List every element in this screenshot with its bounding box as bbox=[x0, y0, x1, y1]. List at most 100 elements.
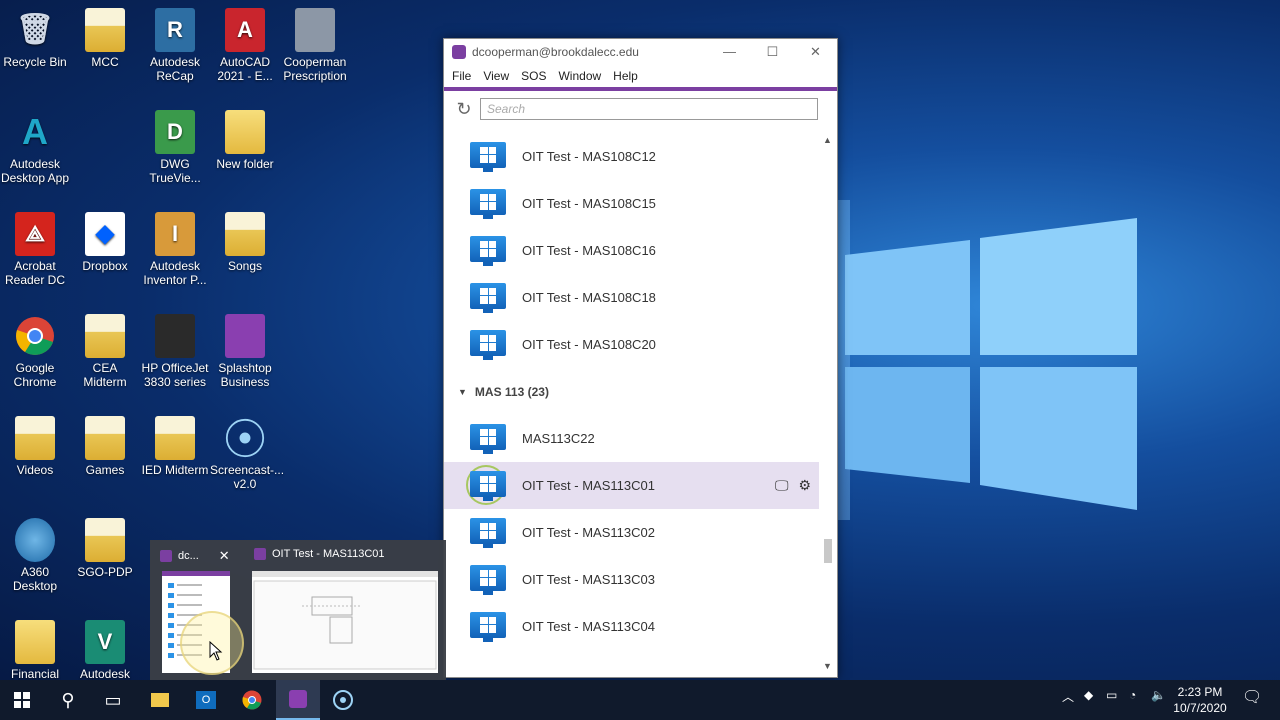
desktop-icon-label: Autodesk Inventor P... bbox=[143, 259, 207, 287]
desktop-icon-a360[interactable]: A360 Desktop bbox=[0, 518, 70, 593]
splashtop-icon bbox=[254, 548, 266, 560]
search-row: ↻ Search bbox=[444, 91, 837, 127]
title-bar[interactable]: dcooperman@brookdalecc.edu — ☐ ✕ bbox=[444, 39, 837, 65]
scrollbar[interactable]: ▲ ▼ bbox=[819, 133, 837, 675]
windows-computer-icon bbox=[470, 423, 506, 454]
desktop-icon-screencast[interactable]: Screencast-... v2.0 bbox=[210, 416, 284, 491]
desktop-icon-new-folder[interactable]: New folder bbox=[210, 110, 280, 171]
preview-tab-main[interactable]: dc... ✕ bbox=[160, 548, 230, 564]
desktop-icon-label: IED Midterm bbox=[141, 463, 209, 477]
desktop-icon-cea-midterm[interactable]: CEA Midterm bbox=[70, 314, 140, 389]
task-view-icon[interactable]: ▭ bbox=[91, 680, 135, 720]
desktop-icon-label: MCC bbox=[91, 55, 119, 69]
folder-icon bbox=[225, 212, 265, 256]
desktop-icon-games[interactable]: Games bbox=[70, 416, 140, 477]
desktop-icon-songs[interactable]: Songs bbox=[210, 212, 280, 273]
autodesk-vault-icon: V bbox=[85, 620, 125, 664]
screencast-icon bbox=[225, 416, 265, 460]
notifications-icon[interactable]: 🗨 bbox=[1242, 687, 1262, 707]
screencast-taskbar-icon[interactable] bbox=[321, 680, 365, 720]
computer-row[interactable]: OIT Test - MAS113C03 bbox=[444, 556, 819, 603]
dropbox-icon: ◆ bbox=[85, 212, 125, 256]
computer-row[interactable]: OIT Test - MAS113C04 bbox=[444, 603, 819, 650]
computer-row[interactable]: MAS113C22 bbox=[444, 415, 819, 462]
desktop-icon-label: Cooperman Prescription bbox=[283, 55, 347, 83]
volume-icon[interactable]: 🔈 bbox=[1151, 688, 1166, 702]
scroll-up-icon[interactable]: ▲ bbox=[823, 135, 832, 145]
gear-icon[interactable]: ⚙ bbox=[798, 477, 811, 494]
computer-row[interactable]: OIT Test - MAS113C02 bbox=[444, 509, 819, 556]
icon-glyph: V bbox=[97, 629, 113, 654]
app-icon bbox=[452, 45, 466, 59]
desktop-icon-mcc[interactable]: MCC bbox=[70, 8, 140, 69]
desktop-icon-cooperman-prescription[interactable]: Cooperman Prescription bbox=[280, 8, 350, 83]
desktop-icon-label: A360 Desktop bbox=[12, 565, 58, 593]
computer-row[interactable]: OIT Test - MAS108C15 bbox=[444, 180, 819, 227]
computer-name: OIT Test - MAS108C16 bbox=[522, 243, 656, 258]
desktop-icon-videos[interactable]: Videos bbox=[0, 416, 70, 477]
dropbox-tray-icon[interactable]: ◆ bbox=[1084, 688, 1093, 702]
close-button[interactable]: ✕ bbox=[794, 44, 837, 60]
menu-sos[interactable]: SOS bbox=[519, 69, 548, 83]
desktop-icon-label: Acrobat Reader DC bbox=[4, 259, 66, 287]
desktop-icon-sgo-pdp[interactable]: SGO-PDP bbox=[70, 518, 140, 579]
wifi-icon[interactable]: ◔ bbox=[1129, 688, 1136, 702]
computer-row-selected[interactable]: OIT Test - MAS113C01 🖵 ⚙ bbox=[444, 462, 819, 509]
taskbar-clock[interactable]: 2:23 PM 10/7/2020 bbox=[1168, 684, 1232, 716]
folder-icon bbox=[85, 8, 125, 52]
desktop-icon-autodesk-vault[interactable]: V Autodesk bbox=[70, 620, 140, 681]
window-title: dcooperman@brookdalecc.edu bbox=[472, 45, 639, 59]
outlook-icon[interactable]: O bbox=[184, 680, 228, 720]
menu-file[interactable]: File bbox=[450, 69, 473, 83]
desktop-icon-label: Songs bbox=[227, 259, 263, 273]
search-input[interactable]: Search bbox=[480, 98, 818, 120]
desktop-icon-label: AutoCAD 2021 - E... bbox=[217, 55, 273, 83]
chrome-icon bbox=[15, 314, 55, 358]
maximize-button[interactable]: ☐ bbox=[751, 44, 794, 60]
remote-desktop-icon[interactable]: 🖵 bbox=[775, 477, 789, 494]
menu-help[interactable]: Help bbox=[611, 69, 640, 83]
desktop-icon-label: Google Chrome bbox=[13, 361, 57, 389]
refresh-icon[interactable]: ↻ bbox=[454, 99, 474, 119]
acrobat-icon: ⟁ bbox=[15, 212, 55, 256]
collapse-triangle-icon[interactable]: ▼ bbox=[458, 387, 467, 397]
preview-tab-remote[interactable]: OIT Test - MAS113C01 bbox=[254, 548, 385, 560]
close-icon[interactable]: ✕ bbox=[219, 548, 230, 564]
desktop-icon-chrome[interactable]: Google Chrome bbox=[0, 314, 70, 389]
desktop-icon-ied-midterm[interactable]: IED Midterm bbox=[140, 416, 210, 477]
usb-tray-icon[interactable]: ▭ bbox=[1106, 688, 1117, 702]
preview-thumbnail-remote[interactable] bbox=[252, 571, 438, 673]
scrollbar-thumb[interactable] bbox=[824, 539, 832, 563]
computer-row[interactable]: OIT Test - MAS108C20 bbox=[444, 321, 819, 368]
desktop-icon-acrobat[interactable]: ⟁ Acrobat Reader DC bbox=[0, 212, 70, 287]
desktop-icon-splashtop[interactable]: Splashtop Business bbox=[210, 314, 280, 389]
desktop-icon-label: DWG TrueVie... bbox=[149, 157, 201, 185]
show-hidden-icons-chevron-icon[interactable]: ︿ bbox=[1062, 688, 1074, 705]
chrome-taskbar-icon[interactable] bbox=[230, 680, 274, 720]
desktop-icon-autodesk-recap[interactable]: R Autodesk ReCap bbox=[140, 8, 210, 83]
windows-computer-icon bbox=[470, 517, 506, 548]
search-icon[interactable]: ⚲ bbox=[46, 680, 90, 720]
desktop-icon-autocad[interactable]: A AutoCAD 2021 - E... bbox=[210, 8, 280, 83]
desktop-icon-inventor[interactable]: I Autodesk Inventor P... bbox=[140, 212, 210, 287]
minimize-button[interactable]: — bbox=[708, 44, 751, 60]
start-button[interactable] bbox=[0, 680, 44, 720]
scroll-down-icon[interactable]: ▼ bbox=[823, 661, 832, 671]
splashtop-taskbar-icon[interactable] bbox=[276, 680, 320, 720]
menu-view[interactable]: View bbox=[481, 69, 511, 83]
windows-computer-icon bbox=[470, 141, 506, 172]
group-label: MAS 113 (23) bbox=[474, 384, 549, 399]
preview-tab-label: dc... bbox=[178, 550, 199, 562]
desktop-icon-hp-officejet[interactable]: HP OfficeJet 3830 series bbox=[140, 314, 210, 389]
desktop-icon-autodesk-desktop-app[interactable]: A Autodesk Desktop App bbox=[0, 110, 70, 186]
group-header[interactable]: ▼ MAS 113 (23) bbox=[444, 368, 819, 415]
computer-row[interactable]: OIT Test - MAS108C16 bbox=[444, 227, 819, 274]
computer-row[interactable]: OIT Test - MAS108C12 bbox=[444, 133, 819, 180]
desktop-icon-dwg-trueview[interactable]: D DWG TrueVie... bbox=[140, 110, 210, 185]
menu-window[interactable]: Window bbox=[556, 69, 603, 83]
desktop-icon-recycle-bin[interactable]: 🗑 Recycle Bin bbox=[0, 8, 70, 70]
splashtop-window[interactable]: dcooperman@brookdalecc.edu — ☐ ✕ File Vi… bbox=[443, 38, 838, 678]
file-explorer-icon[interactable] bbox=[138, 680, 182, 720]
computer-row[interactable]: OIT Test - MAS108C18 bbox=[444, 274, 819, 321]
desktop-icon-dropbox[interactable]: ◆ Dropbox bbox=[70, 212, 140, 273]
